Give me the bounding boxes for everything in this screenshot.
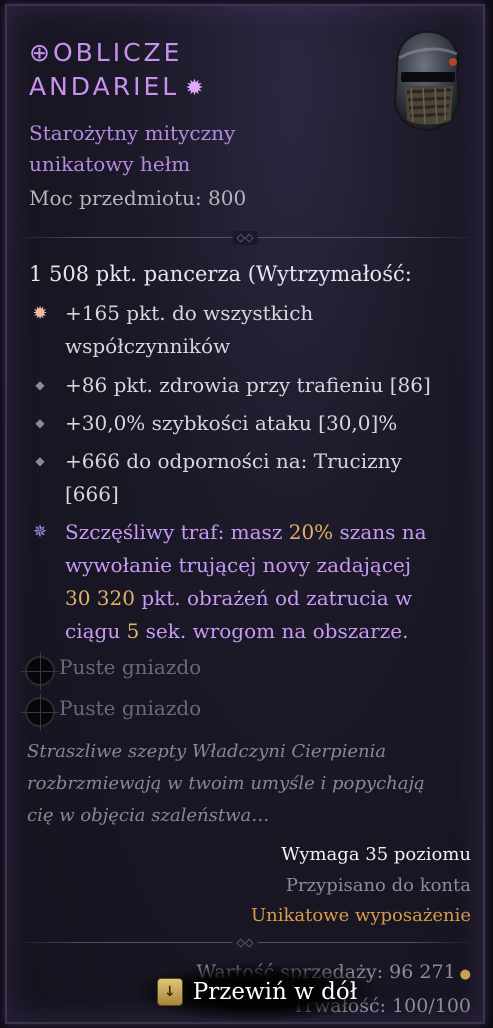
level-requirement: Wymaga 35 poziomu (281, 844, 471, 865)
item-name-line2: ANDARIEL (29, 72, 180, 101)
affix-line: +165 pkt. do wszystkich (65, 301, 314, 325)
socket-icon (21, 693, 59, 731)
item-type: Starożytny mityczny unikatowy hełm (29, 118, 329, 180)
section-divider: ◇◇ (15, 231, 475, 245)
affix-all-stats: ✹ +165 pkt. do wszystkich współczynników (29, 297, 469, 363)
armor-stat: 1 508 pkt. pancerza (Wytrzymałość: (29, 262, 412, 286)
item-power: Moc przedmiotu: 800 (29, 186, 247, 210)
diamond-bullet-icon: ◆ (35, 416, 45, 430)
scroll-key-icon: ↓ (156, 978, 183, 1006)
empty-socket: Puste gniazdo (21, 652, 451, 690)
flavor-line: rozbrzmiewają w twoim umyśle i popychają (27, 773, 425, 794)
affix-life-on-hit: ◆ +86 pkt. zdrowia przy trafieniu [86] (29, 369, 469, 402)
empty-socket: Puste gniazdo (21, 693, 451, 731)
item-name-line1: OBLICZE (52, 38, 183, 67)
item-tooltip: ⊕OBLICZE ANDARIEL ✹ Starożytny mityczny u… (5, 4, 485, 1024)
diamond-bullet-icon: ◆ (35, 454, 45, 468)
scroll-down-button[interactable]: ↓ Przewiń w dół (137, 964, 377, 1020)
mythic-star-icon: ✹ (185, 76, 207, 101)
item-type-line1: Starożytny mityczny (29, 121, 236, 145)
unique-power-value: 5 (126, 619, 140, 643)
helm-icon (393, 30, 461, 132)
affix-line: +86 pkt. zdrowia przy trafieniu [86] (65, 373, 431, 397)
affix-line: współczynników (65, 334, 231, 358)
diamond-bullet-icon: ◆ (35, 378, 45, 392)
socket-icon (21, 652, 59, 690)
gold-coin-icon: ● (459, 967, 471, 982)
greater-affix-star-icon: ✹ (32, 303, 48, 324)
affix-poison-resist: ◆ +666 do odporności na: Trucizny [666] (29, 445, 469, 511)
affix-attack-speed: ◆ +30,0% szybkości ataku [30,0]% (29, 407, 469, 440)
unique-power-value: 30 320 (65, 586, 135, 610)
unique-power-text: pkt. obrażeń od zatrucia w (134, 586, 413, 610)
flavor-text: Straszliwe szepty Władczyni Cierpienia r… (27, 736, 477, 832)
unique-power-text: szans na (333, 520, 427, 544)
affix-line: [666] (65, 482, 119, 506)
unique-power-value: 20% (288, 520, 334, 544)
unique-power: ✵ Szczęśliwy traf: masz 20% szans na wyw… (29, 516, 469, 648)
title-glyph: ⊕ (29, 38, 53, 67)
unique-power-text: wywołanie trującej novy zadającej (65, 553, 412, 577)
unique-power-text: ciągu (65, 619, 127, 643)
socket-label: Puste gniazdo (59, 655, 202, 679)
flavor-line: Straszliwe szepty Władczyni Cierpienia (27, 741, 387, 762)
scroll-down-label: Przewiń w dół (192, 979, 358, 1005)
affix-line: +666 do odporności na: Trucizny (65, 449, 402, 473)
flavor-line: cię w objęcia szaleństwa… (27, 805, 270, 826)
item-type-line2: unikatowy hełm (29, 152, 191, 176)
unique-power-text: Szczęśliwy traf: masz (65, 520, 289, 544)
section-divider: ◇◇ (15, 936, 475, 950)
item-title: ⊕OBLICZE ANDARIEL ✹ (29, 36, 369, 106)
unique-power-text: sek. wrogom na obszarze. (139, 619, 409, 643)
unique-power-icon: ✵ (32, 522, 48, 542)
item-rarity: Unikatowe wyposażenie (250, 905, 471, 926)
affix-line: +30,0% szybkości ataku [30,0]% (65, 411, 398, 435)
account-bound: Przypisano do konta (285, 875, 471, 896)
socket-label: Puste gniazdo (59, 696, 202, 720)
